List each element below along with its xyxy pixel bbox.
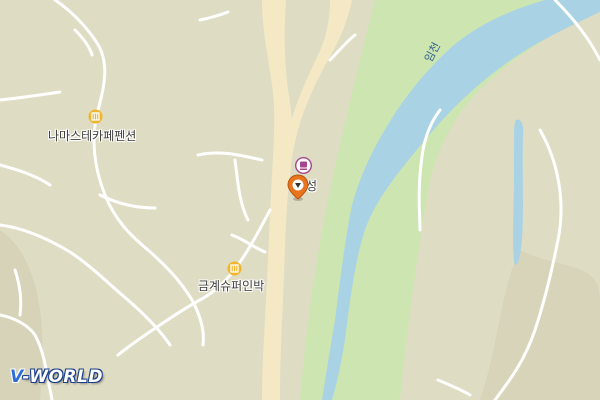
logo-suffix: -WORLD: [22, 367, 103, 387]
poi-label-pension-2[interactable]: 금계슈퍼인박: [198, 277, 264, 294]
poi-label-pension-1[interactable]: 나마스테카페펜션: [48, 127, 136, 144]
location-pin-icon[interactable]: [287, 174, 309, 206]
vworld-logo: V-WORLD: [10, 367, 103, 387]
map-canvas[interactable]: 나마스테카페펜션 금계슈퍼인박 성 임천 V-WORLD: [0, 0, 600, 400]
pension-icon[interactable]: [88, 109, 103, 128]
logo-prefix: V: [10, 367, 23, 387]
